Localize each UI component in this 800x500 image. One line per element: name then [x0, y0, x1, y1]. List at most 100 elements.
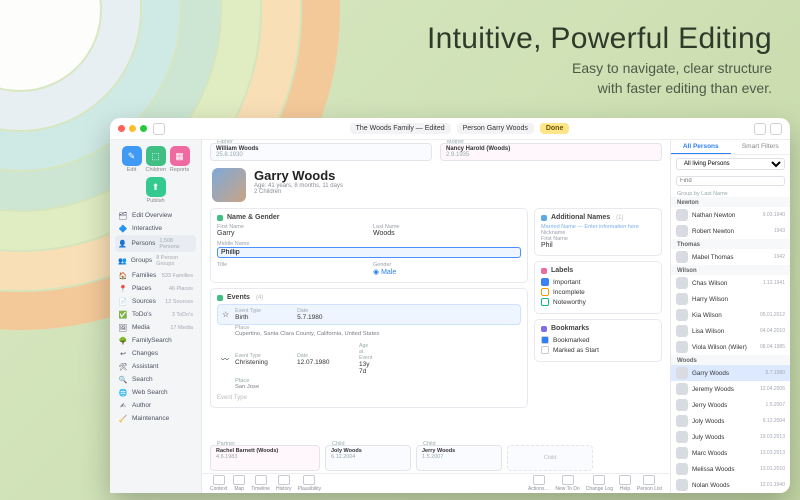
sidebar-item-families[interactable]: 🏠Families533 Families	[115, 269, 196, 282]
event-icon: 〰	[221, 354, 229, 365]
sidebar-item-maintenance[interactable]: 🧹Maintenance	[115, 412, 196, 425]
tile-edit[interactable]: ✎	[122, 146, 142, 166]
sidebar-item-todo-s[interactable]: ✅ToDo's3 ToDo's	[115, 308, 196, 321]
add-child-card[interactable]: Child	[507, 445, 593, 471]
toolbar-timeline[interactable]: Timeline	[251, 475, 270, 492]
app-window: The Woods Family — Edited Person Garry W…	[110, 118, 790, 493]
toolbar-sidebar-button[interactable]	[770, 123, 782, 135]
close-icon[interactable]	[118, 125, 125, 132]
sidebar-item-changes[interactable]: ↩︎Changes	[115, 347, 196, 360]
breadcrumb[interactable]: Person Garry Woods	[457, 123, 534, 134]
sidebar-item-media[interactable]: 🖼Media17 Media	[115, 321, 196, 334]
checkbox-icon[interactable]	[541, 336, 549, 344]
mother-card[interactable]: Mother Nancy Harold (Woods) 2.9.1935	[440, 143, 662, 161]
zoom-icon[interactable]	[140, 125, 147, 132]
sidebar-item-edit-overview[interactable]: 🗂Edit Overview	[115, 209, 196, 222]
sidebar-item-persons[interactable]: 👤Persons1,508 Persons	[115, 235, 196, 252]
tile-publish[interactable]: ⬆	[146, 177, 166, 197]
sidebar-item-interactive[interactable]: 🔷Interactive	[115, 222, 196, 235]
avatar	[676, 463, 688, 475]
partner-card[interactable]: Partner Rachel Barnett (Woods) 4.6.1983	[210, 445, 320, 471]
person-row[interactable]: July Woods19.03.2013	[671, 429, 790, 445]
first-name-field[interactable]: Garry	[217, 230, 365, 237]
sidebar-item-sources[interactable]: 📄Sources12 Sources	[115, 295, 196, 308]
toolbar-history[interactable]: History	[276, 475, 292, 492]
person-row[interactable]: Melissa Woods13.01.2010	[671, 461, 790, 477]
bottom-toolbar: Context Map Timeline History Plausibility Ac…	[202, 473, 670, 493]
sidebar-item-assistant[interactable]: 🛠Assistant	[115, 360, 196, 373]
filter-select[interactable]: All living Persons	[676, 158, 785, 170]
sidebar-item-familysearch[interactable]: 🌳FamilySearch	[115, 334, 196, 347]
tile-reports[interactable]: ▦	[170, 146, 190, 166]
toolbar-person-list[interactable]: Person List	[637, 475, 662, 492]
window-controls[interactable]	[118, 125, 147, 132]
add-event-row[interactable]: Event Type	[217, 393, 521, 401]
checkbox-icon[interactable]	[541, 288, 549, 296]
child-card[interactable]: ChildJoly Woods6.12.2004	[325, 445, 411, 471]
avatar	[676, 383, 688, 395]
checkbox-row[interactable]: Noteworthy	[541, 297, 655, 307]
bookmarks-card: Bookmarks BookmarkedMarked as Start	[534, 319, 662, 362]
checkbox-icon[interactable]	[541, 346, 549, 354]
toolbar-map[interactable]: Map	[233, 475, 245, 492]
doc-title[interactable]: The Woods Family — Edited	[350, 123, 451, 134]
avatar	[676, 251, 688, 263]
labels-card: Labels ImportantIncompleteNoteworthy	[534, 261, 662, 314]
middle-name-field[interactable]	[217, 247, 521, 258]
avatar	[676, 293, 688, 305]
person-row[interactable]: Kia Wilson05.01.2012	[671, 307, 790, 323]
person-row[interactable]: Nolan Woods12.01.1940	[671, 477, 790, 493]
person-row[interactable]: Marc Woods13.03.2013	[671, 445, 790, 461]
toolbar-back-button[interactable]	[153, 123, 165, 135]
minimize-icon[interactable]	[129, 125, 136, 132]
hero-sub2: with faster editing than ever.	[427, 80, 772, 96]
child-card[interactable]: ChildJerry Woods1.5.2007	[416, 445, 502, 471]
person-row[interactable]: Mabel Thomas1942	[671, 249, 790, 265]
person-row[interactable]: Nathan Newton9.03.1940	[671, 207, 790, 223]
father-card[interactable]: Father William Woods 25.8.1930	[210, 143, 432, 161]
group-by[interactable]: Group by Last Name	[671, 189, 790, 197]
sidebar-item-author[interactable]: ✍︎Author	[115, 399, 196, 412]
avatar[interactable]	[212, 168, 246, 202]
event-row[interactable]: ☆ Event TypeBirth Date5.7.1980	[217, 304, 521, 325]
additional-names-card: Additional Names(1) Married Name — Enter…	[534, 208, 662, 256]
sidebar-item-web-search[interactable]: 🌐Web Search	[115, 386, 196, 399]
person-row[interactable]: Lisa Wilson04.04.2010	[671, 323, 790, 339]
event-row[interactable]: 〰 Event TypeChristening Date12.07.1980 A…	[217, 340, 521, 378]
last-name-field[interactable]: Woods	[373, 230, 521, 237]
gender-field[interactable]: ◉ Male	[373, 268, 521, 276]
find-input[interactable]	[676, 176, 785, 186]
tab-smart-filters[interactable]: Smart Filters	[731, 140, 791, 154]
person-row[interactable]: Viola Wilson (Wiler)08.04.1985	[671, 339, 790, 355]
toolbar-plausibility[interactable]: Plausibility	[298, 475, 322, 492]
person-row[interactable]: Robert Newton1943	[671, 223, 790, 239]
events-card: Events(4) ☆ Event TypeBirth Date5.7.1980…	[210, 288, 528, 408]
checkbox-row[interactable]: Bookmarked	[541, 335, 655, 345]
checkbox-row[interactable]: Incomplete	[541, 287, 655, 297]
main-panel: Father William Woods 25.8.1930 Mother Na…	[202, 140, 670, 493]
toolbar-change-log[interactable]: Change Log	[586, 475, 613, 492]
checkbox-icon[interactable]	[541, 298, 549, 306]
person-row[interactable]: Chas Wilson1.12.1941	[671, 275, 790, 291]
tile-children[interactable]: ⬚	[146, 146, 166, 166]
sidebar-item-search[interactable]: 🔍Search	[115, 373, 196, 386]
person-row[interactable]: Jerry Woods1.5.2007	[671, 397, 790, 413]
tab-all-persons[interactable]: All Persons	[671, 140, 731, 154]
person-row[interactable]: Joly Woods6.12.2004	[671, 413, 790, 429]
name-gender-card: Name & Gender First NameGarry Last NameW…	[210, 208, 528, 283]
done-button[interactable]: Done	[540, 123, 570, 134]
sidebar-item-groups[interactable]: 👥Groups8 Person Groups	[115, 252, 196, 269]
sidebar-item-places[interactable]: 📍Places46 Places	[115, 282, 196, 295]
toolbar-share-button[interactable]	[754, 123, 766, 135]
toolbar-context[interactable]: Context	[210, 475, 227, 492]
checkbox-icon[interactable]	[541, 278, 549, 286]
person-row[interactable]: Garry Woods5.7.1980	[671, 365, 790, 381]
toolbar-help[interactable]: Help	[619, 475, 631, 492]
checkbox-row[interactable]: Important	[541, 277, 655, 287]
checkbox-row[interactable]: Marked as Start	[541, 345, 655, 355]
toolbar-actions-[interactable]: Actions…	[528, 475, 549, 492]
toolbar-new-to-do[interactable]: New To Do	[555, 475, 579, 492]
title-field[interactable]	[217, 268, 365, 275]
person-row[interactable]: Jeremy Woods12.04.2006	[671, 381, 790, 397]
person-row[interactable]: Harry Wilson	[671, 291, 790, 307]
